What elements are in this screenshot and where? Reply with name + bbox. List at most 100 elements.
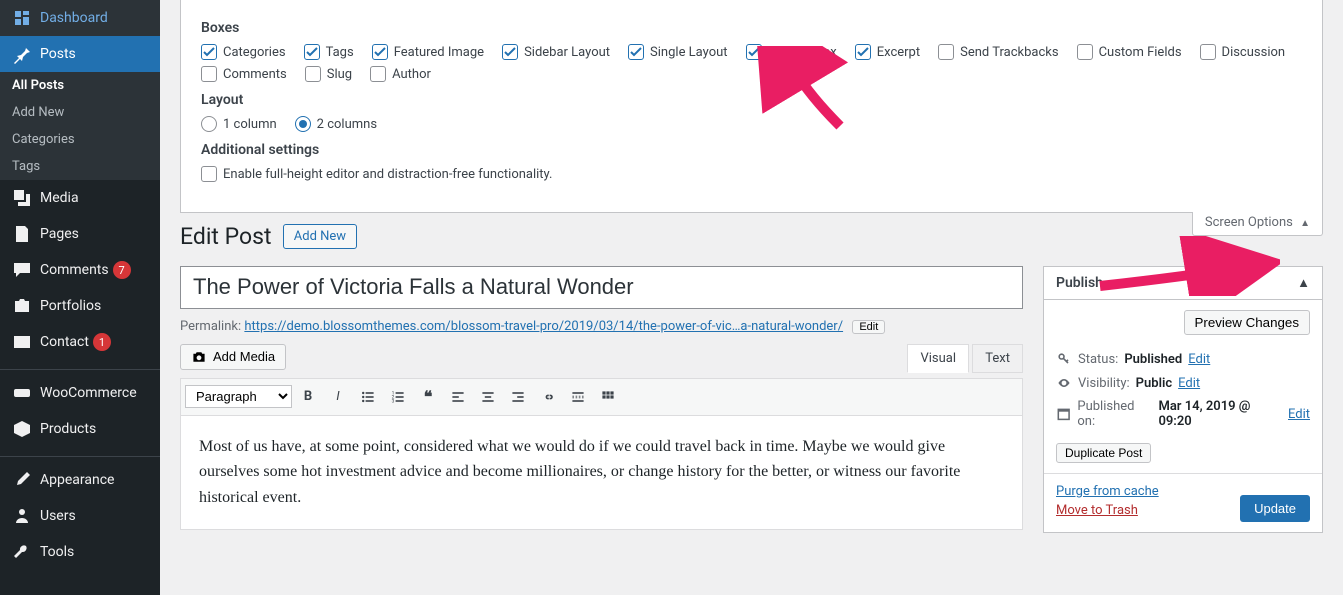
align-left-button[interactable]	[444, 383, 472, 411]
portfolio-icon	[12, 296, 32, 316]
products-icon	[12, 419, 32, 439]
tab-text[interactable]: Text	[972, 344, 1023, 373]
menu-label: Products	[40, 421, 96, 437]
menu-pages[interactable]: Pages	[0, 216, 160, 252]
pages-icon	[12, 224, 32, 244]
published-row: Published on: Mar 14, 2019 @ 09:20 Edit	[1056, 399, 1310, 429]
italic-button[interactable]: I	[324, 383, 352, 411]
checkbox-featured-image[interactable]: Featured Image	[372, 44, 484, 60]
checkbox-affiliate-box[interactable]: Affiliate Box	[746, 44, 837, 60]
checkbox-sidebar-layout[interactable]: Sidebar Layout	[502, 44, 610, 60]
submenu-add-new[interactable]: Add New	[0, 99, 160, 126]
update-button[interactable]: Update	[1240, 495, 1310, 522]
menu-label: Contact	[40, 334, 89, 350]
align-center-button[interactable]	[474, 383, 502, 411]
tab-visual[interactable]: Visual	[907, 344, 969, 373]
purge-link[interactable]: Purge from cache	[1056, 484, 1159, 499]
users-icon	[12, 506, 32, 526]
menu-label: Pages	[40, 226, 79, 242]
add-media-button[interactable]: Add Media	[180, 344, 286, 370]
screen-options-panel: Boxes CategoriesTagsFeatured ImageSideba…	[180, 0, 1323, 213]
menu-users[interactable]: Users	[0, 498, 160, 534]
align-right-button[interactable]	[504, 383, 532, 411]
checkbox-icon	[305, 66, 321, 82]
publish-box: Publish ▲ Preview Changes Status: Publis…	[1043, 266, 1323, 533]
menu-media[interactable]: Media	[0, 180, 160, 216]
tab-label: Screen Options	[1205, 215, 1293, 230]
checkbox-icon	[1200, 44, 1216, 60]
checkbox-excerpt[interactable]: Excerpt	[855, 44, 920, 60]
menu-appearance[interactable]: Appearance	[0, 462, 160, 498]
editor-toolbar: Paragraph B I 123 ❝	[181, 379, 1022, 416]
menu-label: Portfolios	[40, 298, 101, 314]
visibility-value: Public	[1136, 376, 1172, 391]
bold-button[interactable]: B	[294, 383, 322, 411]
checkbox-author[interactable]: Author	[370, 66, 431, 82]
checkbox-label: Affiliate Box	[768, 45, 837, 60]
checkbox-discussion[interactable]: Discussion	[1200, 44, 1286, 60]
checkbox-single-layout[interactable]: Single Layout	[628, 44, 728, 60]
status-row: Status: Published Edit	[1056, 351, 1310, 367]
admin-sidebar: Dashboard Posts All Posts Add New Catego…	[0, 0, 160, 595]
checkbox-label: Author	[392, 67, 431, 82]
publish-header[interactable]: Publish ▲	[1044, 267, 1322, 300]
edit-visibility-link[interactable]: Edit	[1178, 376, 1200, 391]
published-label: Published on:	[1077, 399, 1152, 429]
edit-slug-button[interactable]: Edit	[852, 320, 885, 334]
checkbox-comments[interactable]: Comments	[201, 66, 287, 82]
format-select[interactable]: Paragraph	[185, 385, 292, 408]
menu-comments[interactable]: Comments 7	[0, 252, 160, 288]
checkbox-fullheight[interactable]: Enable full-height editor and distractio…	[201, 166, 552, 182]
page-title: Edit Post	[180, 223, 272, 250]
checkbox-custom-fields[interactable]: Custom Fields	[1077, 44, 1182, 60]
checkbox-tags[interactable]: Tags	[304, 44, 354, 60]
duplicate-button[interactable]: Duplicate Post	[1056, 443, 1151, 463]
numbered-list-button[interactable]: 123	[384, 383, 412, 411]
menu-products[interactable]: Products	[0, 411, 160, 447]
checkbox-label: Featured Image	[394, 45, 484, 60]
editor-box: Paragraph B I 123 ❝	[180, 378, 1023, 530]
menu-contact[interactable]: Contact 1	[0, 324, 160, 360]
preview-button[interactable]: Preview Changes	[1184, 310, 1310, 335]
layout-heading: Layout	[201, 92, 1302, 108]
checkbox-categories[interactable]: Categories	[201, 44, 286, 60]
menu-woocommerce[interactable]: WooCommerce	[0, 375, 160, 411]
menu-separator	[0, 365, 160, 370]
edit-status-link[interactable]: Edit	[1188, 352, 1210, 367]
edit-date-link[interactable]: Edit	[1288, 407, 1310, 422]
quote-button[interactable]: ❝	[414, 383, 442, 411]
add-new-button[interactable]: Add New	[283, 224, 357, 249]
checkbox-send-trackbacks[interactable]: Send Trackbacks	[938, 44, 1058, 60]
chevron-up-icon: ▲	[1297, 275, 1310, 291]
submenu-all-posts[interactable]: All Posts	[0, 72, 160, 99]
additional-heading: Additional settings	[201, 142, 1302, 158]
main-column: Permalink: https://demo.blossomthemes.co…	[180, 266, 1023, 553]
radio-2-columns[interactable]: 2 columns	[295, 116, 377, 132]
menu-tools[interactable]: Tools	[0, 534, 160, 570]
camera-icon	[191, 349, 207, 365]
post-title-input[interactable]	[180, 266, 1023, 309]
checkbox-icon	[304, 44, 320, 60]
submenu-categories[interactable]: Categories	[0, 126, 160, 153]
mail-icon	[12, 332, 32, 352]
checkbox-slug[interactable]: Slug	[305, 66, 352, 82]
link-button[interactable]	[534, 383, 562, 411]
bullet-list-button[interactable]	[354, 383, 382, 411]
status-value: Published	[1124, 352, 1182, 367]
comments-icon	[12, 260, 32, 280]
checkbox-icon	[372, 44, 388, 60]
more-button[interactable]	[564, 383, 592, 411]
permalink-url[interactable]: https://demo.blossomthemes.com/blossom-t…	[244, 319, 843, 334]
publish-heading: Publish	[1056, 275, 1103, 291]
menu-portfolios[interactable]: Portfolios	[0, 288, 160, 324]
menu-dashboard[interactable]: Dashboard	[0, 0, 160, 36]
editor-content[interactable]: Most of us have, at some point, consider…	[181, 416, 1022, 529]
menu-label: Tools	[40, 544, 74, 560]
toolbar-toggle-button[interactable]	[594, 383, 622, 411]
menu-posts[interactable]: Posts	[0, 36, 160, 72]
trash-link[interactable]: Move to Trash	[1056, 503, 1159, 518]
status-label: Status:	[1078, 352, 1118, 367]
screen-options-tab[interactable]: Screen Options ▲	[1192, 212, 1323, 236]
submenu-tags[interactable]: Tags	[0, 153, 160, 180]
radio-1-column[interactable]: 1 column	[201, 116, 277, 132]
